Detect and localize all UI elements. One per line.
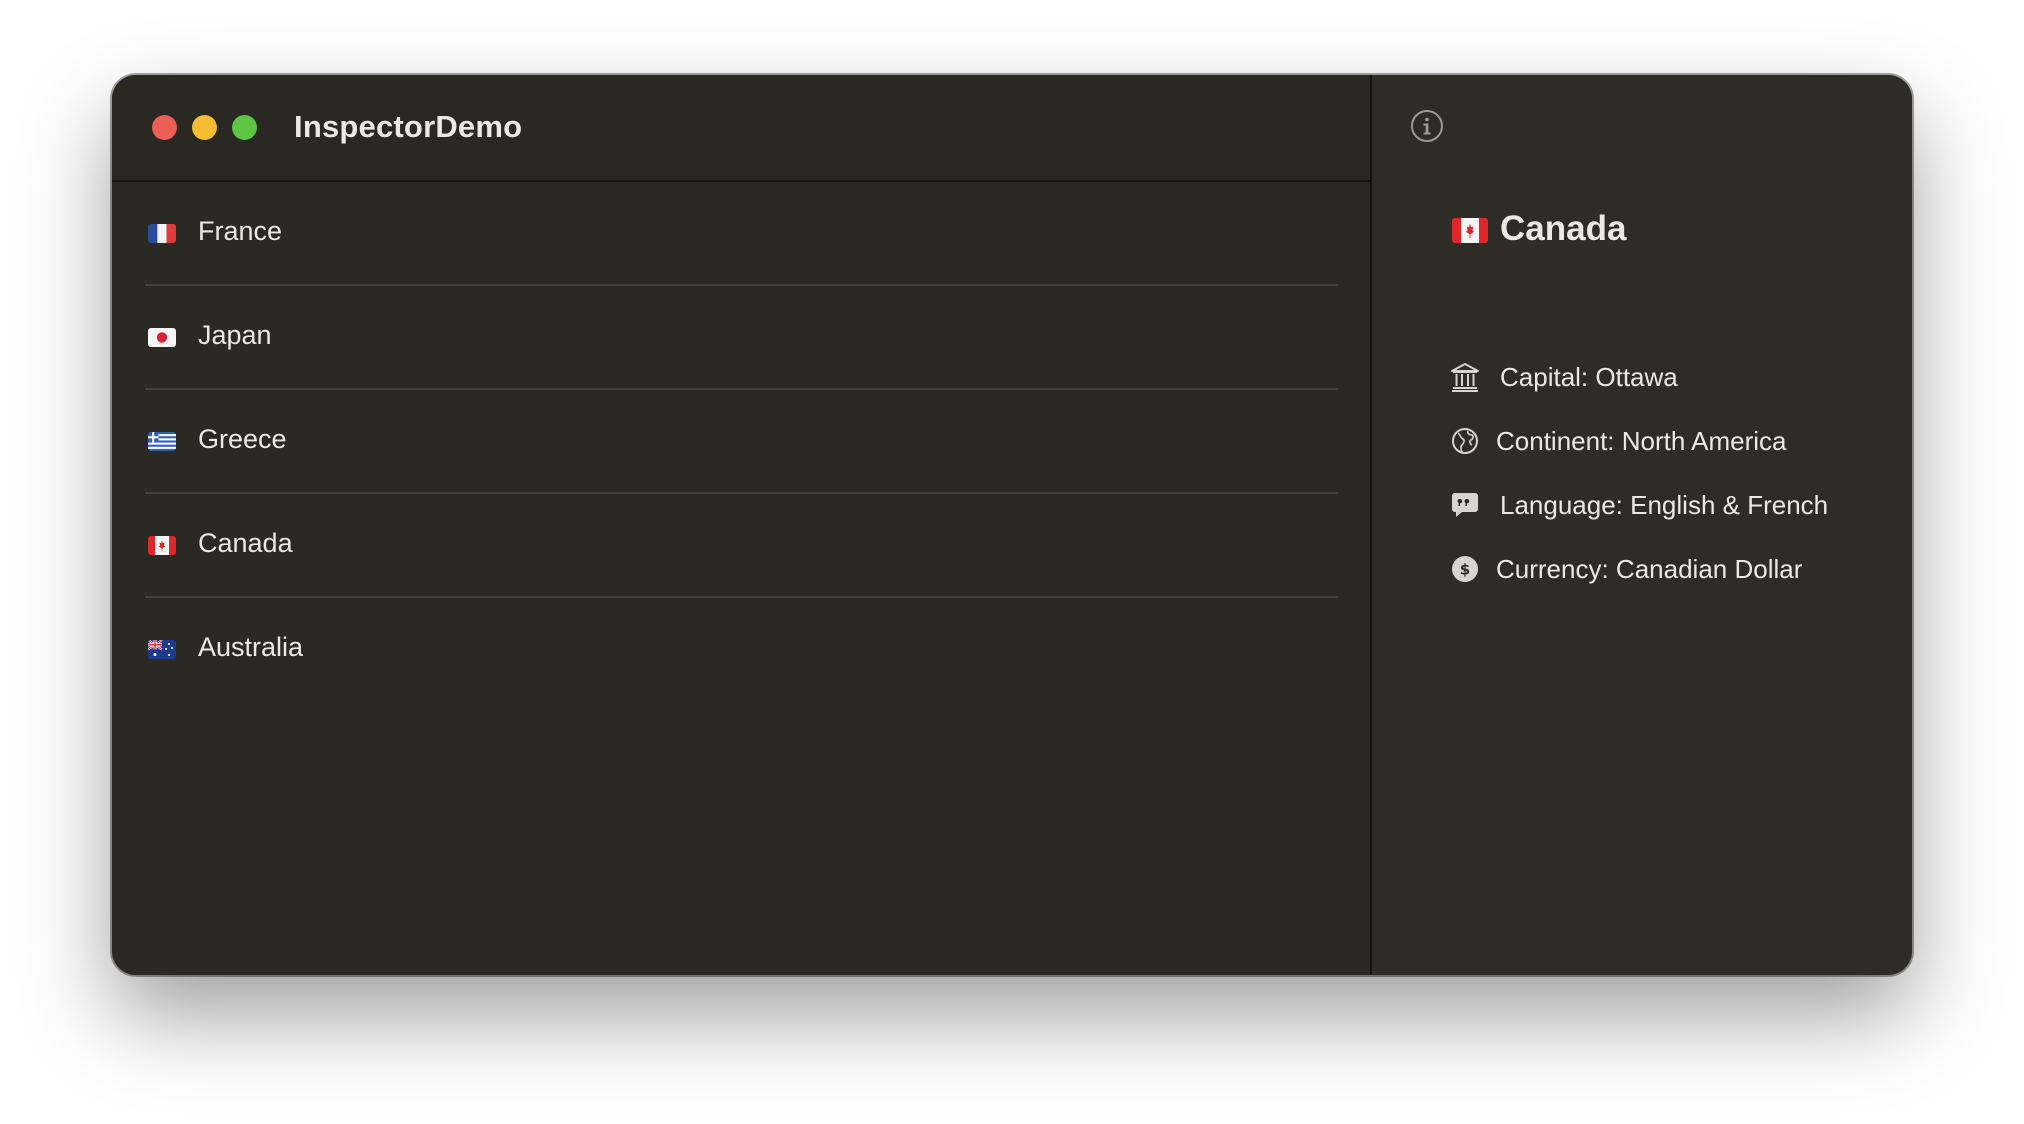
maximize-window-button[interactable] xyxy=(232,115,257,140)
window-title: InspectorDemo xyxy=(294,109,523,144)
list-item-japan[interactable]: Japan xyxy=(112,286,1370,390)
list-item-australia[interactable]: Australia xyxy=(112,598,1370,702)
svg-text:$: $ xyxy=(1460,561,1470,579)
globe-icon xyxy=(1450,426,1480,456)
flag-canada-icon xyxy=(148,536,176,555)
dollar-circle-icon: $ xyxy=(1450,554,1480,584)
list-item-label: Japan xyxy=(198,320,272,350)
quote-bubble-icon xyxy=(1450,490,1480,520)
app-window: InspectorDemo France Japan Greece Canada… xyxy=(112,75,1912,975)
flag-japan-icon xyxy=(148,328,176,347)
list-item-greece[interactable]: Greece xyxy=(112,390,1370,494)
detail-continent: Continent: North America xyxy=(1450,424,1870,460)
building-columns-icon xyxy=(1450,362,1480,392)
language-text: Language: English & French xyxy=(1500,490,1829,520)
flag-canada-icon xyxy=(1452,218,1488,243)
flag-australia-icon xyxy=(148,640,176,659)
info-circle-icon[interactable] xyxy=(1410,109,1444,143)
list-item-label: Canada xyxy=(198,528,293,558)
list-item-label: Greece xyxy=(198,424,287,454)
flag-france-icon xyxy=(148,224,176,243)
close-window-button[interactable] xyxy=(152,115,177,140)
detail-language: Language: English & French xyxy=(1450,488,1890,524)
country-list: France Japan Greece Canada Australia xyxy=(112,182,1370,702)
inspector-pane: Canada Capital: Ottawa Continent: North … xyxy=(1372,75,1912,975)
list-item-label: France xyxy=(198,216,283,246)
continent-text: Continent: North America xyxy=(1496,426,1787,456)
list-item-label: Australia xyxy=(198,632,304,662)
detail-currency: $ Currency: Canadian Dollar xyxy=(1450,552,1870,588)
main-pane: InspectorDemo France Japan Greece Canada… xyxy=(112,75,1370,975)
detail-capital: Capital: Ottawa xyxy=(1450,360,1870,396)
flag-greece-icon xyxy=(148,432,176,451)
currency-text: Currency: Canadian Dollar xyxy=(1496,554,1803,584)
list-item-canada[interactable]: Canada xyxy=(112,494,1370,598)
capital-text: Capital: Ottawa xyxy=(1500,362,1678,392)
minimize-window-button[interactable] xyxy=(192,115,217,140)
list-item-france[interactable]: France xyxy=(112,182,1370,286)
title-bar[interactable]: InspectorDemo xyxy=(112,75,1370,182)
inspector-title: Canada xyxy=(1500,209,1627,248)
